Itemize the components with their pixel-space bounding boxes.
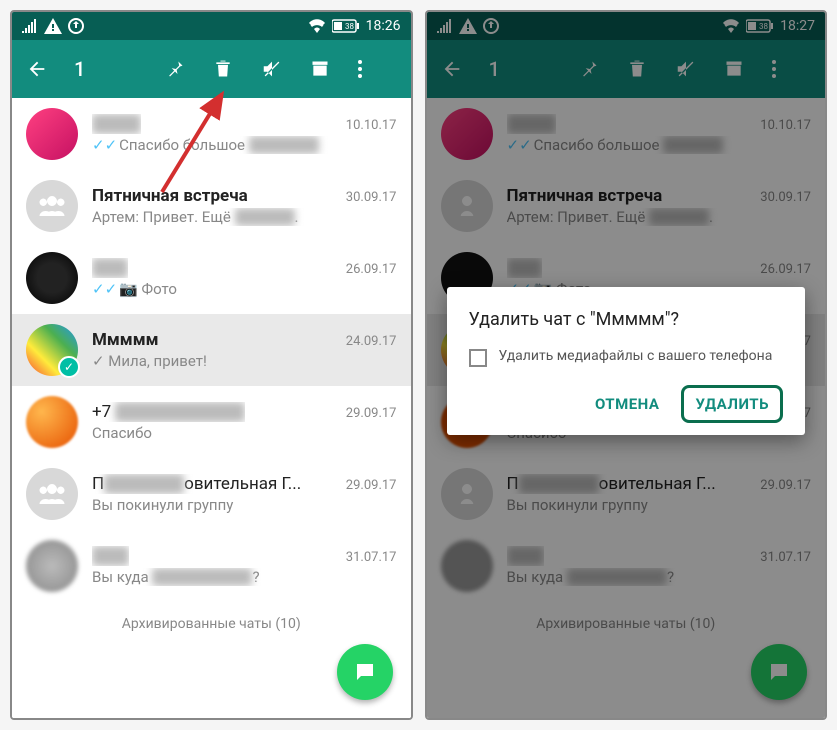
chat-list[interactable]: Артем 10.10.17 ✓✓Спасибо большое x Пятнич… bbox=[12, 98, 411, 718]
chat-name: Пxовительная Г... bbox=[92, 474, 301, 494]
chat-item[interactable]: Муж 26.09.17 ✓✓📷 Фото bbox=[12, 242, 411, 314]
svg-text:38: 38 bbox=[345, 22, 354, 31]
selection-count: 1 bbox=[74, 57, 85, 81]
more-icon[interactable] bbox=[357, 59, 397, 79]
chat-date: 31.07.17 bbox=[346, 550, 397, 565]
avatar[interactable] bbox=[26, 180, 78, 232]
signal-icon bbox=[22, 19, 38, 33]
chat-name: Муж bbox=[92, 258, 128, 278]
phone-left: 38 18:26 1 Артем 10.10.17 ✓✓ bbox=[10, 10, 413, 720]
delete-media-checkbox[interactable]: Удалить медиафайлы с вашего телефона bbox=[469, 348, 784, 367]
chat-item[interactable]: +7 +7 985 099 36 72 29.09.17 Спасибо bbox=[12, 386, 411, 458]
clock-time: 18:26 bbox=[366, 18, 401, 34]
chat-preview: Вы покинули группу bbox=[92, 496, 397, 514]
avatar[interactable] bbox=[26, 252, 78, 304]
avatar[interactable]: ✓ bbox=[26, 324, 78, 376]
chat-item[interactable]: Пxовительная Г... 29.09.17 Вы покинули гр… bbox=[12, 458, 411, 530]
phone-right: 38 18:27 1 Артем10.10.17✓✓Спасибо большо… bbox=[425, 10, 828, 720]
avatar[interactable] bbox=[26, 468, 78, 520]
delete-icon[interactable] bbox=[213, 58, 253, 80]
status-bar: 38 18:26 bbox=[12, 12, 411, 40]
pin-icon[interactable] bbox=[165, 59, 205, 79]
selected-check-icon: ✓ bbox=[58, 356, 80, 378]
chat-preview: Вы куда x? bbox=[92, 568, 397, 586]
delete-chat-dialog: Удалить чат с "Ммммм"? Удалить медиафайл… bbox=[447, 287, 806, 435]
avatar[interactable] bbox=[26, 540, 78, 592]
delete-button[interactable]: УДАЛИТЬ bbox=[681, 385, 783, 423]
back-icon[interactable] bbox=[26, 58, 48, 80]
read-ticks-icon: ✓✓ bbox=[92, 280, 117, 298]
archive-icon[interactable] bbox=[309, 59, 349, 79]
chat-item[interactable]: Стас 31.07.17 Вы куда x? bbox=[12, 530, 411, 602]
cancel-button[interactable]: ОТМЕНА bbox=[581, 385, 674, 423]
chat-date: 24.09.17 bbox=[346, 334, 397, 349]
chat-item[interactable]: Пятничная встреча 30.09.17 Артем: Привет.… bbox=[12, 170, 411, 242]
warning-icon bbox=[44, 18, 62, 34]
chat-name: Ммммм bbox=[92, 330, 159, 350]
avatar[interactable] bbox=[26, 396, 78, 448]
chat-date: 29.09.17 bbox=[346, 406, 397, 421]
chat-preview: ✓✓Спасибо большое x bbox=[92, 136, 397, 154]
chat-preview: ✓✓📷 Фото bbox=[92, 280, 397, 298]
chat-preview: Спасибо bbox=[92, 424, 397, 442]
chat-item-selected[interactable]: ✓ Ммммм 24.09.17 ✓ Мила, привет! bbox=[12, 314, 411, 386]
avatar[interactable] bbox=[26, 108, 78, 160]
checkbox-icon[interactable] bbox=[469, 349, 487, 367]
mute-icon[interactable] bbox=[261, 58, 301, 80]
battery-icon: 38 bbox=[332, 19, 360, 33]
chat-date: 10.10.17 bbox=[346, 118, 397, 133]
checkbox-label: Удалить медиафайлы с вашего телефона bbox=[499, 348, 773, 364]
sync-icon bbox=[68, 18, 84, 34]
chat-preview: ✓ Мила, привет! bbox=[92, 352, 397, 370]
chat-preview: Артем: Привет. Ещё x. bbox=[92, 208, 397, 226]
chat-name: +7 +7 985 099 36 72 bbox=[92, 402, 245, 422]
archived-chats[interactable]: Архивированные чаты (10) bbox=[12, 602, 411, 646]
wifi-icon bbox=[308, 19, 326, 33]
chat-date: 29.09.17 bbox=[346, 478, 397, 493]
read-ticks-icon: ✓✓ bbox=[92, 136, 117, 154]
chat-item[interactable]: Артем 10.10.17 ✓✓Спасибо большое x bbox=[12, 98, 411, 170]
chat-name: Артем bbox=[92, 114, 141, 134]
chat-name: Пятничная встреча bbox=[92, 186, 248, 206]
chat-date: 30.09.17 bbox=[346, 190, 397, 205]
chat-name: Стас bbox=[92, 546, 129, 566]
new-chat-fab[interactable] bbox=[337, 644, 393, 700]
selection-toolbar: 1 bbox=[12, 40, 411, 98]
dialog-title: Удалить чат с "Ммммм"? bbox=[469, 309, 784, 330]
chat-date: 26.09.17 bbox=[346, 262, 397, 277]
